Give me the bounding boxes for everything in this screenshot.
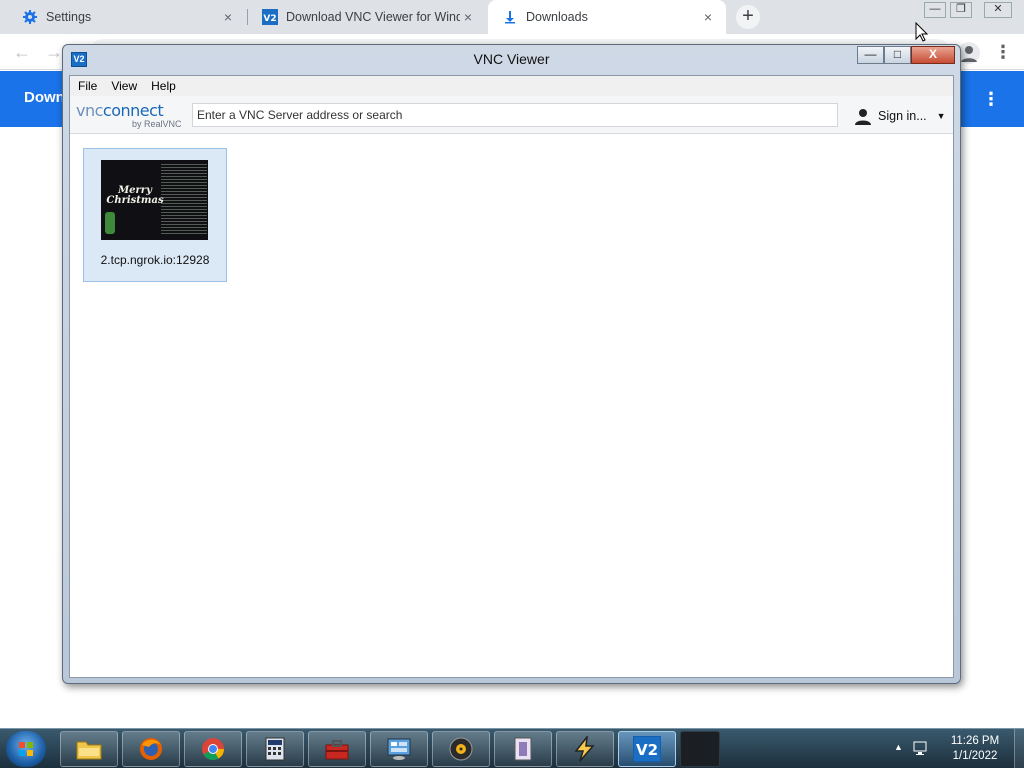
vnc-connect-logo: vncconnect by RealVNC — [76, 99, 186, 131]
tab-title: Downloads — [526, 10, 588, 24]
vnc-toolbar: vncconnect by RealVNC Enter a VNC Server… — [70, 96, 953, 134]
connection-label: 2.tcp.ngrok.io:12928 — [100, 253, 210, 267]
start-button[interactable] — [6, 731, 46, 767]
tab-vnc-download[interactable]: V2 Download VNC Viewer for Windc × — [248, 0, 486, 34]
vnc-viewer-window: V2 VNC Viewer — □ X File View Help vncco… — [62, 44, 961, 684]
taskbar-winamp[interactable] — [556, 731, 614, 767]
vnc-client-area: File View Help vncconnect by RealVNC Ent… — [69, 75, 954, 678]
address-book: Merry Christmas 2.tcp.ngrok.io:12928 — [70, 135, 953, 677]
gear-icon — [22, 9, 38, 25]
title-bar[interactable]: V2 VNC Viewer — □ X — [63, 45, 960, 73]
control-panel-icon — [387, 738, 411, 760]
close-icon[interactable]: × — [460, 9, 476, 25]
taskbar-control-panel[interactable] — [370, 731, 428, 767]
taskbar-calculator[interactable] — [246, 731, 304, 767]
kebab-menu-icon[interactable]: ⋮ — [994, 42, 1012, 64]
close-button[interactable]: X — [911, 46, 955, 64]
minimize-button[interactable]: — — [924, 2, 946, 18]
kebab-menu-icon[interactable]: ⋮ — [982, 85, 1000, 113]
menu-bar: File View Help — [70, 76, 953, 96]
sign-in-label: Sign in... — [878, 109, 927, 123]
winamp-icon — [574, 736, 595, 762]
maximize-button[interactable]: □ — [884, 46, 911, 64]
server-address-input[interactable]: Enter a VNC Server address or search — [192, 103, 838, 127]
taskbar-firefox[interactable] — [122, 731, 180, 767]
firefox-icon — [140, 738, 162, 760]
media-icon — [449, 737, 473, 761]
taskbar-blank[interactable] — [680, 731, 720, 767]
taskbar-media[interactable] — [432, 731, 490, 767]
tab-settings[interactable]: Settings × — [8, 0, 246, 34]
taskbar-toolbox[interactable] — [308, 731, 366, 767]
taskbar-notepad[interactable] — [494, 731, 552, 767]
clock-time: 11:26 PM — [950, 735, 1000, 747]
elf-figure-icon — [105, 212, 115, 234]
tray-expand-icon[interactable]: ▲ — [894, 742, 903, 752]
sign-in-button[interactable]: Sign in... ▼ — [854, 105, 946, 127]
new-tab-button[interactable]: + — [736, 5, 760, 29]
thumbnail-text: Merry Christmas — [106, 185, 164, 206]
system-tray: ▲ 11:26 PM 1/1/2022 — [890, 729, 1024, 768]
taskbar-vnc-viewer[interactable]: V2 — [618, 731, 676, 767]
svg-text:V2: V2 — [263, 14, 276, 24]
minimize-button[interactable]: — — [857, 46, 884, 64]
connection-tile[interactable]: Merry Christmas 2.tcp.ngrok.io:12928 — [83, 148, 227, 282]
tab-strip: Settings × V2 Download VNC Viewer for Wi… — [0, 0, 1024, 34]
vnc-icon: V2 — [633, 736, 661, 762]
logo-subtext: by RealVNC — [132, 119, 182, 129]
vnc-icon: V2 — [262, 9, 278, 25]
svg-text:V2: V2 — [636, 741, 658, 759]
close-button[interactable]: ✕ — [984, 2, 1012, 18]
clock[interactable]: 11:26 PM 1/1/2022 — [940, 734, 1010, 764]
logo-text: vncconnect — [76, 101, 164, 120]
window-controls: — □ X — [857, 46, 955, 66]
menu-file[interactable]: File — [78, 79, 97, 93]
download-icon — [502, 9, 518, 25]
toolbox-icon — [325, 740, 349, 760]
taskbar: V2 ▲ 11:26 PM 1/1/2022 — [0, 728, 1024, 768]
forward-arrow-icon[interactable]: → — [44, 42, 64, 62]
windows-logo-icon — [19, 742, 33, 756]
menu-view[interactable]: View — [111, 79, 137, 93]
tab-downloads[interactable]: Downloads × — [488, 0, 726, 34]
close-icon[interactable]: × — [220, 9, 236, 25]
folder-icon — [76, 741, 102, 760]
notepad-icon — [513, 737, 532, 761]
window-title: VNC Viewer — [473, 51, 550, 67]
back-arrow-icon[interactable]: ← — [12, 42, 32, 62]
menu-help[interactable]: Help — [151, 79, 176, 93]
tab-title: Download VNC Viewer for Windc — [286, 10, 460, 24]
calculator-icon — [265, 737, 285, 761]
show-desktop-button[interactable] — [1014, 729, 1024, 768]
terminal-preview — [161, 162, 207, 236]
person-icon — [854, 107, 872, 125]
tab-title: Settings — [46, 10, 92, 24]
profile-avatar-icon[interactable] — [958, 42, 980, 64]
page-title: Down — [24, 89, 65, 106]
chrome-icon — [202, 738, 224, 760]
connection-thumbnail: Merry Christmas — [101, 160, 208, 240]
network-icon[interactable] — [912, 740, 928, 756]
taskbar-chrome[interactable] — [184, 731, 242, 767]
chevron-down-icon[interactable]: ▼ — [937, 111, 946, 121]
maximize-button[interactable]: ❐ — [950, 2, 972, 18]
taskbar-explorer[interactable] — [60, 731, 118, 767]
clock-date: 1/1/2022 — [952, 750, 998, 762]
close-icon[interactable]: × — [700, 9, 716, 25]
